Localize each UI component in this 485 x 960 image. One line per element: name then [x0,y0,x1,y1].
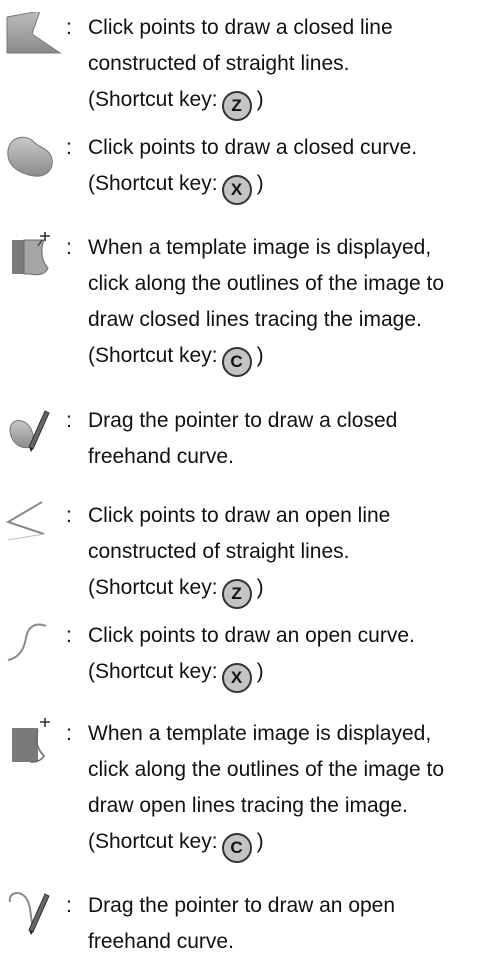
item-description: Click points to draw a closed curve. (Sh… [88,130,481,205]
colon: : [66,894,72,917]
description-line: draw closed lines tracing the image. [88,308,422,331]
shortcut-prefix: (Shortcut key: [88,88,218,111]
item-description: When a template image is displayed, clic… [88,230,481,377]
shortcut-key-c: C [221,833,252,863]
shortcut-prefix: (Shortcut key: [88,172,218,195]
open-polyline-icon [4,500,62,548]
item-description: Click points to draw a closed line const… [88,10,481,121]
open-trace-icon [4,718,62,766]
description-line: constructed of straight lines. [88,52,350,75]
shortcut-line: (Shortcut key: C) [88,338,481,377]
shortcut-suffix: ) [256,576,264,599]
closed-trace-icon [4,232,62,280]
description-line: When a template image is displayed, [88,236,432,259]
description-line: Click points to draw a closed line [88,16,393,39]
closed-polyline-icon [4,12,62,60]
description-line: constructed of straight lines. [88,540,350,563]
item-description: Drag the pointer to draw an open freehan… [88,888,481,960]
colon: : [66,16,72,39]
colon: : [66,722,72,745]
description-line: When a template image is displayed, [88,722,432,745]
shortcut-prefix: (Shortcut key: [88,576,218,599]
shortcut-line: (Shortcut key: C) [88,824,481,863]
shortcut-suffix: ) [256,830,264,853]
closed-curve-icon [4,132,62,180]
description-line: Click points to draw an open line [88,504,391,527]
description-line: Click points to draw an open curve. [88,624,415,647]
open-curve-icon [4,620,62,668]
description-line: Drag the pointer to draw an open [88,894,396,917]
shortcut-line: (Shortcut key: X) [88,654,481,693]
shortcut-prefix: (Shortcut key: [88,660,218,683]
closed-freehand-icon [4,405,62,453]
description-line: Click points to draw a closed curve. [88,136,418,159]
shortcut-prefix: (Shortcut key: [88,830,218,853]
open-freehand-icon [4,890,62,938]
shortcut-key-x: X [221,175,252,205]
shortcut-suffix: ) [256,344,264,367]
colon: : [66,236,72,259]
shortcut-key-z: Z [221,91,252,121]
colon: : [66,409,72,432]
shortcut-line: (Shortcut key: Z) [88,570,481,609]
item-description: Click points to draw an open line constr… [88,498,481,609]
shortcut-suffix: ) [256,660,264,683]
item-description: Click points to draw an open curve. (Sho… [88,618,481,693]
shortcut-key-x: X [221,663,252,693]
description-line: click along the outlines of the image to [88,758,445,781]
description-line: Drag the pointer to draw a closed [88,409,398,432]
shortcut-key-z: Z [221,579,252,609]
description-line: click along the outlines of the image to [88,272,445,295]
item-description: Drag the pointer to draw a closed freeha… [88,403,481,475]
shortcut-suffix: ) [256,172,264,195]
description-line: freehand curve. [88,930,234,953]
shortcut-prefix: (Shortcut key: [88,344,218,367]
description-line: freehand curve. [88,445,234,468]
description-line: draw open lines tracing the image. [88,794,408,817]
colon: : [66,504,72,527]
colon: : [66,136,72,159]
colon: : [66,624,72,647]
shortcut-suffix: ) [256,88,264,111]
shortcut-line: (Shortcut key: Z) [88,82,481,121]
shortcut-line: (Shortcut key: X) [88,166,481,205]
shortcut-key-c: C [221,347,252,377]
item-description: When a template image is displayed, clic… [88,716,481,863]
